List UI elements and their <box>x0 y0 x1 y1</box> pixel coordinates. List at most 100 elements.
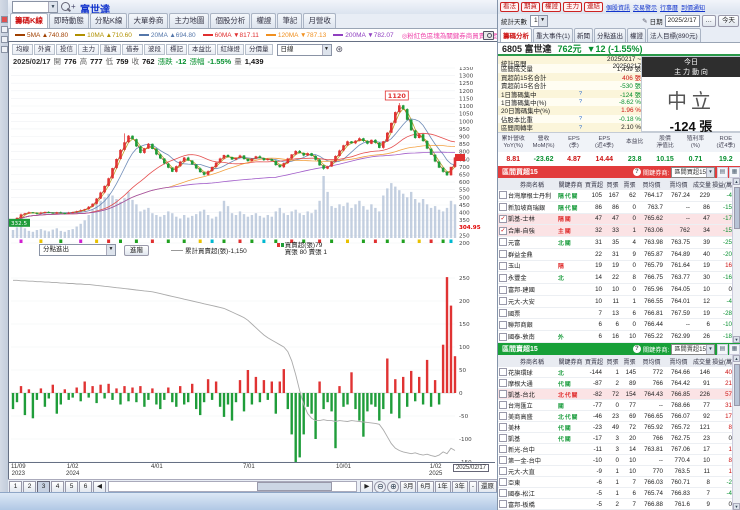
broker-name[interactable]: 凱基 <box>507 434 557 443</box>
row-checkbox[interactable] <box>499 285 507 294</box>
chevron-down-icon[interactable]: ▼ <box>706 167 714 177</box>
broker-name[interactable]: 國泰-松江 <box>507 489 557 498</box>
main-tab-3[interactable]: 大單券商 <box>128 13 169 28</box>
scrollbar-thumb[interactable] <box>734 187 740 229</box>
scrollbar-thumb[interactable] <box>257 482 332 491</box>
broker-name[interactable]: 台灣摩根士丹利 <box>507 191 557 200</box>
column-header[interactable]: 券商名稱 <box>507 180 557 189</box>
row-checkbox[interactable] <box>499 309 507 318</box>
page-button-5[interactable]: 5 <box>65 480 78 493</box>
main-tab-0[interactable]: 籌碼K線 <box>10 13 48 28</box>
date-field[interactable]: 2025/2/17 <box>664 15 700 27</box>
row-checkbox[interactable] <box>499 434 507 442</box>
main-tab-7[interactable]: 筆記 <box>277 13 303 28</box>
stock-search-combo[interactable]: ▼ <box>12 1 58 13</box>
chart-subtab-9[interactable]: 紅綠燈 <box>216 44 244 55</box>
broker-name[interactable]: 元大-大直 <box>507 467 557 476</box>
broker-row[interactable]: 富邦-建國 10 10 0 765.96 764.05 10 0 <box>498 284 734 296</box>
quick-button-權證[interactable]: 權證 <box>542 2 561 12</box>
days-dropdown[interactable]: 1 ▼ <box>530 15 548 27</box>
column-header[interactable]: 買均價 <box>638 357 665 366</box>
broker-row[interactable]: 摩根大通 代關 -87 2 89 766 764.42 91 21 <box>498 378 734 389</box>
grid-view-icon[interactable]: ▦ <box>729 166 740 178</box>
quick-link-個股資訊[interactable]: 個股資訊 <box>606 3 630 12</box>
right-tab-4[interactable]: 權證 <box>626 28 646 42</box>
broker-row[interactable]: 國票 7 13 6 766.81 767.59 19 -28 <box>498 307 734 320</box>
broker-name[interactable]: 群益金鼎 <box>507 250 557 259</box>
scroll-up-icon[interactable]: ▲ <box>733 178 740 185</box>
scroll-left-icon[interactable]: ◀ <box>93 480 106 493</box>
flow-advanced-button[interactable]: 進階 <box>124 244 149 256</box>
candlestick-chart[interactable]: 1350 13001250 12001150 1100 10501000 950 90085… <box>9 67 496 245</box>
broker-row[interactable]: 玉山隔 19 19 0 765.79 761.64 19 16 <box>498 260 734 273</box>
quick-link-到價通知[interactable]: 到價通知 <box>681 3 705 12</box>
strip-icon[interactable] <box>1 26 8 33</box>
chart-subtab-1[interactable]: 外資 <box>34 44 55 55</box>
chevron-down-icon[interactable]: ▼ <box>321 44 331 55</box>
main-tab-5[interactable]: 個股分析 <box>210 13 251 28</box>
chart-subtab-4[interactable]: 融資 <box>100 44 121 55</box>
broker-row[interactable]: 元大-大安 10 11 1 766.55 764.01 12 -4 <box>498 295 734 308</box>
broker-row[interactable]: ✓ 合庫-自強 主關 32 33 1 763.06 762 34 -15 <box>498 225 734 238</box>
row-checkbox[interactable] <box>499 320 507 329</box>
scroll-up-icon[interactable]: ▲ <box>733 355 740 362</box>
column-header[interactable]: 關鍵券商 <box>557 180 584 189</box>
broker-row[interactable]: 國泰-敦南外 6 16 10 765.22 762.99 26 -18 <box>498 331 734 343</box>
broker-name[interactable]: 合庫-自強 <box>507 226 557 235</box>
broker-row[interactable]: 新光-台中 -11 3 14 763.81 767.06 17 1 <box>498 444 734 455</box>
row-checkbox[interactable] <box>499 467 507 475</box>
broker-row[interactable]: 美商高盛 北代關 -46 23 69 766.65 766.07 92 17 <box>498 411 734 422</box>
chart-subtab-8[interactable]: 本益比 <box>188 44 216 55</box>
row-checkbox[interactable] <box>499 273 507 282</box>
row-checkbox[interactable] <box>499 250 507 259</box>
period-button-6月[interactable]: 6月 <box>417 480 434 493</box>
column-header[interactable]: 賣均價 <box>665 180 692 189</box>
broker-flow-chart[interactable]: 250200150100500-50-100-150 <box>9 255 496 463</box>
quick-link-行事曆[interactable]: 行事曆 <box>660 3 678 12</box>
strip-icon[interactable] <box>1 46 8 53</box>
row-checkbox[interactable] <box>499 401 507 409</box>
page-button-1[interactable]: 1 <box>9 480 22 493</box>
period-button-1年[interactable]: 1年 <box>434 480 451 493</box>
chart-subtab-6[interactable]: 波段 <box>144 44 165 55</box>
right-tab-1[interactable]: 重大事件(1) <box>533 28 573 42</box>
chart-subtab-0[interactable]: 均線 <box>12 44 33 55</box>
broker-row[interactable]: 元富 北關 31 35 4 763.98 763.75 39 -25 <box>498 237 734 249</box>
period-button--[interactable]: - <box>468 480 477 493</box>
chevron-down-icon[interactable]: ▼ <box>706 344 714 354</box>
broker-row[interactable]: 第一金-台中 -10 0 10 -- 770.4 10 8 <box>498 455 734 466</box>
buy-section-dropdown[interactable]: 區間買超15 ▼ <box>671 166 715 178</box>
row-checkbox[interactable] <box>499 478 507 486</box>
broker-row[interactable]: 凱基 代關 -17 3 20 766 762.75 23 0 <box>498 433 734 444</box>
chart-subtab-7[interactable]: 標記 <box>166 44 187 55</box>
column-header[interactable]: 損益(萬) <box>712 180 734 189</box>
list-view-icon[interactable]: ▤ <box>717 343 728 355</box>
row-checkbox[interactable] <box>499 390 507 398</box>
broker-name[interactable]: 富邦-板橋 <box>507 500 557 509</box>
period-button-3月[interactable]: 3月 <box>400 480 417 493</box>
broker-name[interactable]: 新加坡商瑞銀 <box>507 203 557 212</box>
row-checkbox[interactable] <box>499 445 507 453</box>
broker-row[interactable]: 台灣匯立關 -77 0 77 -- 768.66 77 31 <box>498 400 734 411</box>
column-header[interactable]: 成交量 <box>692 180 712 189</box>
chart-subtab-3[interactable]: 主力 <box>78 44 99 55</box>
grid-view-icon[interactable]: ▦ <box>729 343 740 355</box>
row-checkbox[interactable] <box>499 423 507 431</box>
column-header[interactable]: 賣均價 <box>665 357 692 366</box>
row-checkbox[interactable] <box>499 261 507 270</box>
broker-name[interactable]: 國泰-敦南 <box>507 332 557 341</box>
broker-row[interactable]: 富邦-板橋 -5 2 7 766.88 761.6 9 0 <box>498 499 734 510</box>
quick-button-期貨[interactable]: 期貨 <box>521 2 540 12</box>
broker-row[interactable]: 元大-大直 -9 1 10 770 763.5 11 1 <box>498 466 734 477</box>
quick-link-交易警示[interactable]: 交易警示 <box>633 3 657 12</box>
row-checkbox[interactable] <box>499 297 507 306</box>
broker-name[interactable]: 永豐金 <box>507 273 557 282</box>
broker-name[interactable]: 花旗環球 <box>507 368 557 377</box>
scroll-right-icon[interactable]: ▶ <box>360 480 374 493</box>
row-checkbox[interactable]: ✓ <box>499 226 507 235</box>
column-header[interactable]: 買賣超 <box>584 180 604 189</box>
period-button-3年[interactable]: 3年 <box>451 480 468 493</box>
right-tab-2[interactable]: 新聞 <box>573 28 593 42</box>
chevron-down-icon[interactable]: ▼ <box>537 16 547 26</box>
broker-name[interactable]: 亞東 <box>507 478 557 487</box>
